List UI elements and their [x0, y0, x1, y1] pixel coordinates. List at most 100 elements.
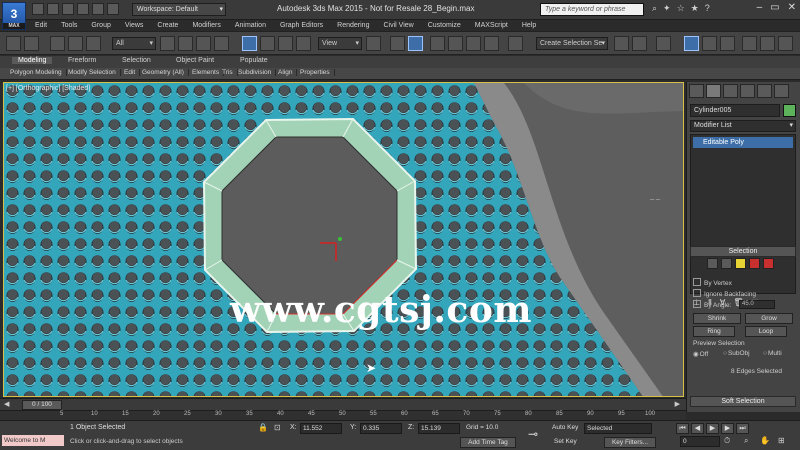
bind-space-warp-icon[interactable]	[86, 36, 101, 51]
panel-modify-selection[interactable]: Modify Selection	[68, 69, 121, 76]
gizmo-pivot[interactable]	[338, 237, 342, 241]
select-manipulate-icon[interactable]	[390, 36, 405, 51]
schematic-view-icon[interactable]	[720, 36, 735, 51]
auto-key-button[interactable]: Auto Key	[552, 424, 578, 431]
hierarchy-tab-icon[interactable]	[723, 84, 738, 98]
tab-modeling[interactable]: Modeling	[12, 57, 53, 64]
viewport-orthographic[interactable]: [+] [Orthographic] [Shaded] ─ ─ www.cgts…	[3, 82, 684, 397]
select-and-move-icon[interactable]	[242, 36, 257, 51]
communication-icon[interactable]: ☆	[677, 3, 685, 14]
maximize-viewport-icon[interactable]: ⊞	[778, 436, 785, 445]
new-file-icon[interactable]	[32, 3, 44, 15]
zoom-icon[interactable]: ⌕	[744, 436, 748, 446]
pivot-center-icon[interactable]	[366, 36, 381, 51]
subscription-icon[interactable]: ✦	[663, 3, 671, 14]
z-coordinate-field[interactable]: 15.139	[418, 423, 460, 434]
redo-icon[interactable]	[24, 36, 39, 51]
select-and-place-icon[interactable]	[296, 36, 311, 51]
border-level-icon[interactable]	[735, 258, 746, 269]
spinner-snap-icon[interactable]	[484, 36, 499, 51]
render-setup-icon[interactable]	[760, 36, 775, 51]
unlink-icon[interactable]	[68, 36, 83, 51]
selection-filter-dropdown[interactable]: All	[112, 37, 156, 50]
panel-align[interactable]: Align	[278, 69, 298, 76]
angle-snap-icon[interactable]	[448, 36, 463, 51]
panel-properties[interactable]: Properties	[300, 69, 335, 76]
ring-button[interactable]: Ring	[693, 326, 735, 337]
menu-tools[interactable]: Tools	[54, 20, 84, 31]
tab-populate[interactable]: Populate	[240, 57, 268, 64]
save-file-icon[interactable]	[62, 3, 74, 15]
grow-button[interactable]: Grow	[745, 313, 793, 324]
layer-explorer-icon[interactable]	[684, 36, 699, 51]
menu-help[interactable]: Help	[515, 20, 543, 31]
select-object-icon[interactable]	[160, 36, 175, 51]
modifier-stack[interactable]: Editable Poly	[690, 134, 796, 294]
by-angle-input[interactable]: 45.0	[739, 300, 775, 309]
key-set-dropdown[interactable]: Selected	[584, 423, 652, 434]
shrink-button[interactable]: Shrink	[693, 313, 741, 324]
stack-item-editable-poly[interactable]: Editable Poly	[693, 137, 793, 148]
reference-coordinate-dropdown[interactable]: View	[318, 37, 362, 50]
menu-rendering[interactable]: Rendering	[330, 20, 376, 31]
by-vertex-checkbox[interactable]: By Vertex	[693, 278, 732, 287]
time-slider-thumb[interactable]: 0 / 100	[22, 400, 62, 410]
by-angle-checkbox[interactable]: By Angle:	[693, 300, 731, 309]
y-coordinate-field[interactable]: 0.335	[360, 423, 402, 434]
panel-tris[interactable]: Tris	[222, 69, 238, 76]
menu-views[interactable]: Views	[118, 20, 151, 31]
menu-graph-editors[interactable]: Graph Editors	[273, 20, 330, 31]
selection-rollout[interactable]: Selection	[690, 246, 796, 257]
pan-icon[interactable]: ✋	[760, 436, 770, 445]
app-menu-button[interactable]: 3 MAX	[2, 2, 26, 30]
align-icon[interactable]	[632, 36, 647, 51]
menu-animation[interactable]: Animation	[228, 20, 273, 31]
time-config-icon[interactable]: ⏱	[724, 436, 730, 446]
render-icon[interactable]	[778, 36, 793, 51]
preview-off-radio[interactable]: Off	[693, 350, 709, 358]
time-slider[interactable]: ◀ 0 / 100 ▶	[0, 398, 686, 410]
help-icon[interactable]: ?	[705, 3, 710, 14]
absolute-mode-icon[interactable]: ⊡	[274, 423, 281, 432]
mirror-icon[interactable]	[614, 36, 629, 51]
create-tab-icon[interactable]	[689, 84, 704, 98]
search-input[interactable]: Type a keyword or phrase	[540, 3, 644, 16]
panel-polygon-modeling[interactable]: Polygon Modeling	[10, 69, 67, 76]
rectangular-selection-icon[interactable]	[196, 36, 211, 51]
x-coordinate-field[interactable]: 11.552	[300, 423, 342, 434]
play-icon[interactable]: ▶	[706, 423, 719, 434]
open-file-icon[interactable]	[47, 3, 59, 15]
select-and-scale-icon[interactable]	[278, 36, 293, 51]
maxscript-listener[interactable]: Welcome to M	[2, 435, 64, 446]
menu-customize[interactable]: Customize	[421, 20, 468, 31]
modifier-list-dropdown[interactable]: Modifier List	[690, 120, 796, 132]
select-by-name-icon[interactable]	[178, 36, 193, 51]
redo-icon[interactable]	[92, 3, 104, 15]
undo-icon[interactable]	[77, 3, 89, 15]
edit-named-selection-icon[interactable]	[508, 36, 523, 51]
material-editor-icon[interactable]	[742, 36, 757, 51]
named-selection-dropdown[interactable]: Create Selection Se	[536, 37, 608, 50]
maximize-icon[interactable]: ▭	[770, 2, 779, 13]
minimize-icon[interactable]: –	[757, 2, 763, 13]
percent-snap-icon[interactable]	[466, 36, 481, 51]
track-bar[interactable]: 5 10 15 20 25 30 35 40 45 50 55 60 65 70…	[0, 410, 686, 420]
undo-icon[interactable]	[6, 36, 21, 51]
previous-frame-icon[interactable]: ◀	[691, 423, 704, 434]
tab-freeform[interactable]: Freeform	[68, 57, 96, 64]
curve-editor-icon[interactable]	[702, 36, 717, 51]
menu-modifiers[interactable]: Modifiers	[185, 20, 227, 31]
menu-edit[interactable]: Edit	[28, 20, 54, 31]
select-and-rotate-icon[interactable]	[260, 36, 275, 51]
snaps-toggle-icon[interactable]	[430, 36, 445, 51]
binoculars-icon[interactable]: ⌕	[652, 3, 657, 14]
menu-group[interactable]: Group	[84, 20, 117, 31]
tab-object-paint[interactable]: Object Paint	[176, 57, 214, 64]
object-name-field[interactable]: Cylinder005	[690, 104, 780, 117]
vertex-level-icon[interactable]	[707, 258, 718, 269]
viewport-label[interactable]: [+] [Orthographic] [Shaded]	[6, 85, 90, 92]
favorites-icon[interactable]: ★	[691, 3, 699, 14]
slider-right-icon[interactable]: ▶	[675, 400, 680, 408]
go-to-end-icon[interactable]: ⏭	[736, 423, 749, 434]
close-icon[interactable]: ✕	[788, 2, 796, 13]
